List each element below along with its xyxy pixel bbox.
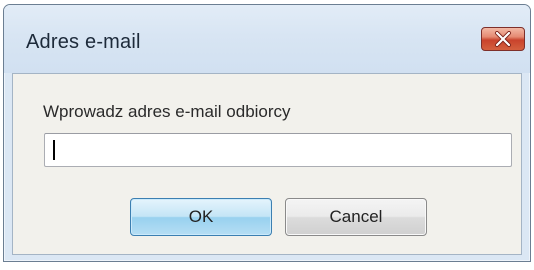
email-field[interactable]: [44, 133, 512, 167]
close-button[interactable]: [481, 27, 525, 51]
email-prompt-label: Wprowadz adres e-mail odbiorcy: [43, 102, 291, 121]
dialog-body: Wprowadz adres e-mail odbiorcy OK Cancel: [12, 73, 522, 255]
window-title: Adres e-mail: [26, 31, 141, 53]
title-bar[interactable]: Adres e-mail: [4, 5, 530, 73]
close-icon: [495, 31, 511, 47]
cancel-button[interactable]: Cancel: [285, 198, 427, 236]
ok-button[interactable]: OK: [130, 198, 272, 236]
dialog-window: Adres e-mail Wprowadz adres e-mail odbio…: [3, 4, 531, 262]
text-caret: [53, 140, 55, 160]
